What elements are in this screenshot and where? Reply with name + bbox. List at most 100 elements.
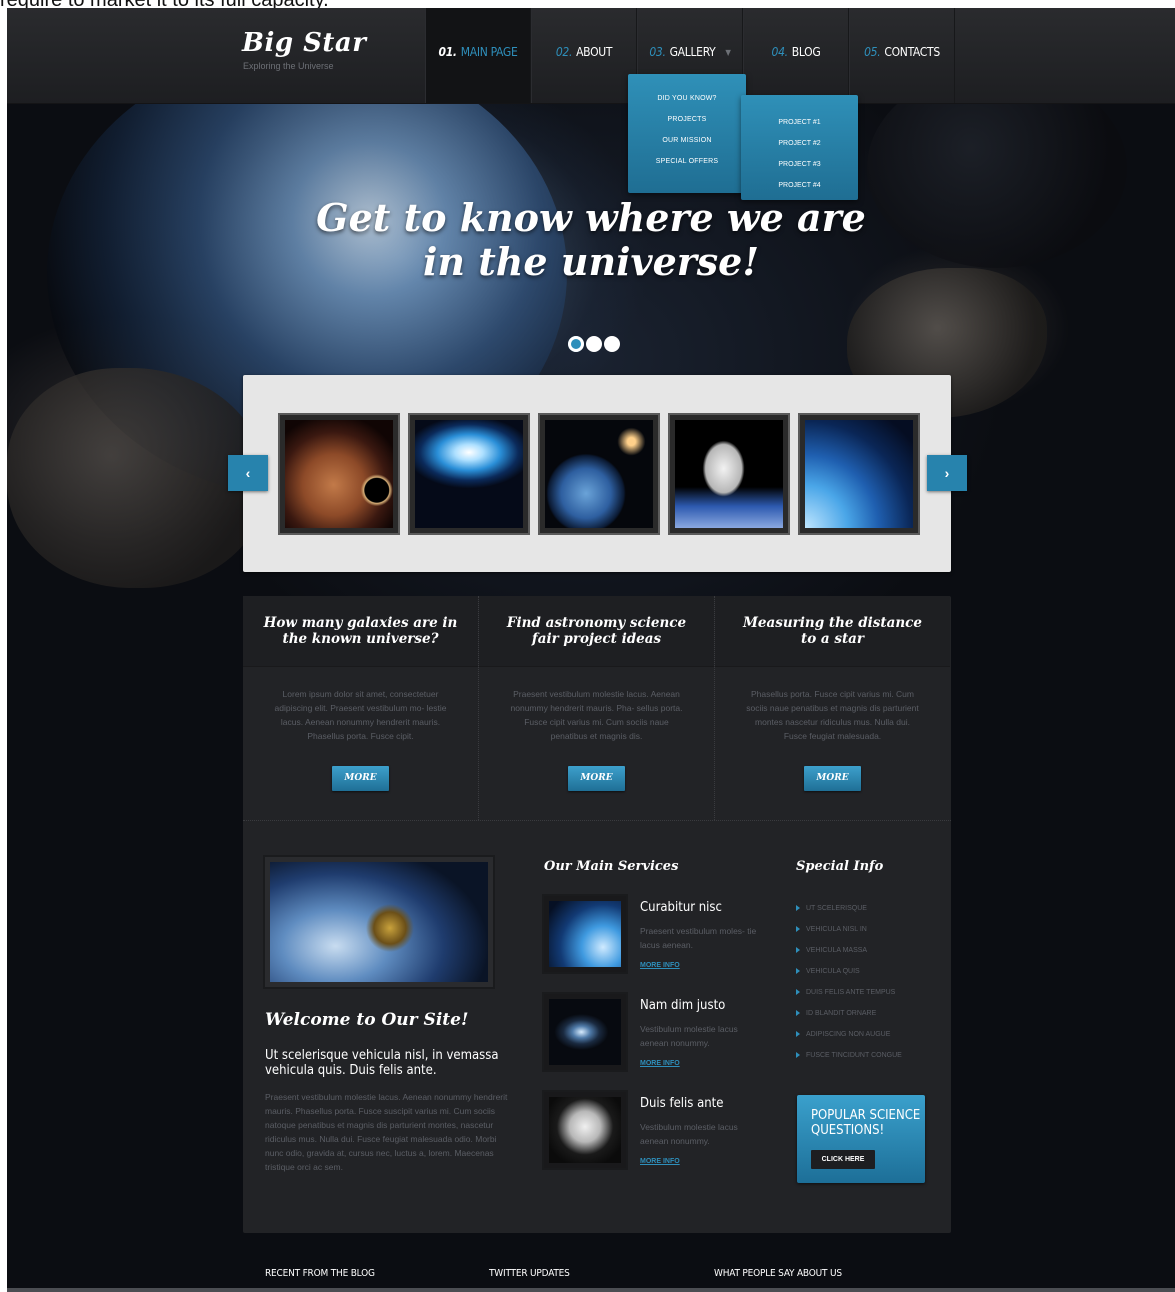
list-item-label: VEHICULA MASSA [806,947,868,954]
slider-pagination [568,336,620,352]
nav-blog[interactable]: 04. BLOG [743,8,849,103]
triangle-right-icon [796,926,800,933]
content-panel: How many galaxies are in the known unive… [243,596,951,1233]
slider-dot-2[interactable] [586,336,602,352]
list-item-label: VEHICULA NISL IN [806,926,867,933]
nav-label: MAIN PAGE [460,45,518,59]
service-title: Curabitur nisc [640,900,722,915]
nav-label: ABOUT [576,45,613,59]
menu-item-did-you-know[interactable]: DID YOU KNOW? [628,88,746,109]
welcome-text: Praesent vestibulum molestie lacus. Aene… [265,1092,508,1172]
list-item[interactable]: ADIPISCING NON AUGUE [796,1024,902,1045]
list-item[interactable]: VEHICULA NISL IN [796,919,902,940]
website-page: Big Star Exploring the Universe 01. MAIN … [7,8,1175,1292]
info-column: Find astronomy science fair project idea… [479,596,715,820]
site-logo[interactable]: Big Star [242,28,366,58]
carousel-thumb-planet[interactable] [280,415,398,533]
column-text: Praesent vestibulum molestie lacus. Aene… [510,689,683,741]
carousel-thumb-astronaut[interactable] [670,415,788,533]
nav-number: 01. [438,45,457,59]
menu-item-our-mission[interactable]: OUR MISSION [628,130,746,151]
nav-contacts[interactable]: 05. CONTACTS [849,8,955,103]
more-button[interactable]: MORE [568,766,625,791]
triangle-right-icon [796,1052,800,1059]
services-title: Our Main Services [544,859,679,874]
triangle-right-icon [796,989,800,996]
triangle-right-icon [796,905,800,912]
site-header: Big Star Exploring the Universe 01. MAIN … [7,8,1175,104]
service-title: Nam dim justo [640,998,726,1013]
service-thumb [544,994,626,1070]
nav-number: 05. [864,45,881,59]
nav-about[interactable]: 02. ABOUT [531,8,637,103]
projects-submenu: PROJECT #1 PROJECT #2 PROJECT #3 PROJECT… [741,95,858,200]
earth-horizon-icon [805,420,913,528]
list-item[interactable]: ID BLANDIT ORNARE [796,1003,902,1024]
astronaut-icon [675,420,783,528]
more-info-link[interactable]: MORE INFO [640,962,680,969]
service-desc: Vestibulum molestie lacus aenean nonummy… [640,1122,738,1146]
hero-line-1: Get to know where we are [316,195,866,240]
footer-heading-testimonials: WHAT PEOPLE SAY ABOUT US [714,1268,842,1279]
more-button[interactable]: MORE [332,766,389,791]
nav-main-page[interactable]: 01. MAIN PAGE [425,8,531,103]
carousel-thumb-earth-horizon[interactable] [800,415,918,533]
service-desc: Vestibulum molestie lacus aenean nonummy… [640,1024,738,1048]
promo-text: POPULAR SCIENCE QUESTIONS! [811,1108,921,1138]
list-item-label: ID BLANDIT ORNARE [806,1010,877,1017]
list-item[interactable]: DUIS FELIS ANTE TEMPUS [796,982,902,1003]
menu-item-projects[interactable]: PROJECTS [628,109,746,130]
service-thumb [544,1092,626,1168]
more-info-link[interactable]: MORE INFO [640,1158,680,1165]
more-button[interactable]: MORE [804,766,861,791]
triangle-right-icon [796,947,800,954]
list-item-label: DUIS FELIS ANTE TEMPUS [806,989,896,996]
menu-item-project-2[interactable]: PROJECT #2 [741,133,858,154]
list-item[interactable]: FUSCE TINCIDUNT CONGUE [796,1045,902,1066]
list-item-label: FUSCE TINCIDUNT CONGUE [806,1052,902,1059]
gallery-dropdown-menu: DID YOU KNOW? PROJECTS OUR MISSION SPECI… [628,74,746,193]
slider-dot-1[interactable] [568,336,584,352]
feature-image [265,857,493,987]
column-title: How many galaxies are in the known unive… [243,596,478,667]
list-item[interactable]: VEHICULA MASSA [796,940,902,961]
carousel-next-button[interactable]: › [927,455,967,491]
list-item[interactable]: UT SCELERISQUE [796,898,902,919]
bottom-bar [7,1288,1175,1292]
service-desc: Praesent vestibulum moles- tie lacus aen… [640,926,757,950]
click-here-button[interactable]: CLICK HERE [811,1150,875,1169]
info-column: How many galaxies are in the known unive… [243,596,479,820]
welcome-title: Welcome to Our Site! [265,1010,469,1030]
special-info-list: UT SCELERISQUE VEHICULA NISL IN VEHICULA… [796,898,902,1066]
nav-number: 04. [771,45,789,59]
column-text: Phasellus porta. Fusce cipit varius mi. … [746,689,919,741]
hero-headline: Get to know where we are in the universe… [7,196,1175,284]
welcome-subhead: Ut scelerisque vehicula nisl, in vemassa… [265,1048,499,1078]
menu-item-project-3[interactable]: PROJECT #3 [741,154,858,175]
nebula-icon [549,999,621,1065]
carousel-thumb-earth[interactable] [540,415,658,533]
footer-heading-twitter: TWITTER UPDATES [489,1268,570,1279]
menu-item-project-1[interactable]: PROJECT #1 [741,112,858,133]
nav-label: CONTACTS [884,45,940,59]
hero-line-2: in the universe! [422,239,760,284]
nav-number: 02. [555,45,573,59]
list-item-label: ADIPISCING NON AUGUE [806,1031,891,1038]
service-item: Curabitur nisc Praesent vestibulum moles… [544,896,756,976]
menu-item-project-4[interactable]: PROJECT #4 [741,175,858,196]
column-title: Find astronomy science fair project idea… [479,596,714,667]
footer-heading-blog: RECENT FROM THE BLOG [265,1268,375,1279]
site-tagline: Exploring the Universe [243,61,334,71]
column-text: Lorem ipsum dolor sit amet, consectetuer… [274,689,447,741]
more-info-link[interactable]: MORE INFO [640,1060,680,1067]
list-item[interactable]: VEHICULA QUIS [796,961,902,982]
service-thumb [544,896,626,972]
earth-icon [545,420,653,528]
chevron-down-icon: ▼ [725,48,731,57]
slider-dot-3[interactable] [604,336,620,352]
service-item: Nam dim justo Vestibulum molestie lacus … [544,994,754,1074]
carousel-prev-button[interactable]: ‹ [228,455,268,491]
triangle-right-icon [796,1031,800,1038]
menu-item-special-offers[interactable]: SPECIAL OFFERS [628,151,746,172]
carousel-thumb-earth-glow[interactable] [410,415,528,533]
